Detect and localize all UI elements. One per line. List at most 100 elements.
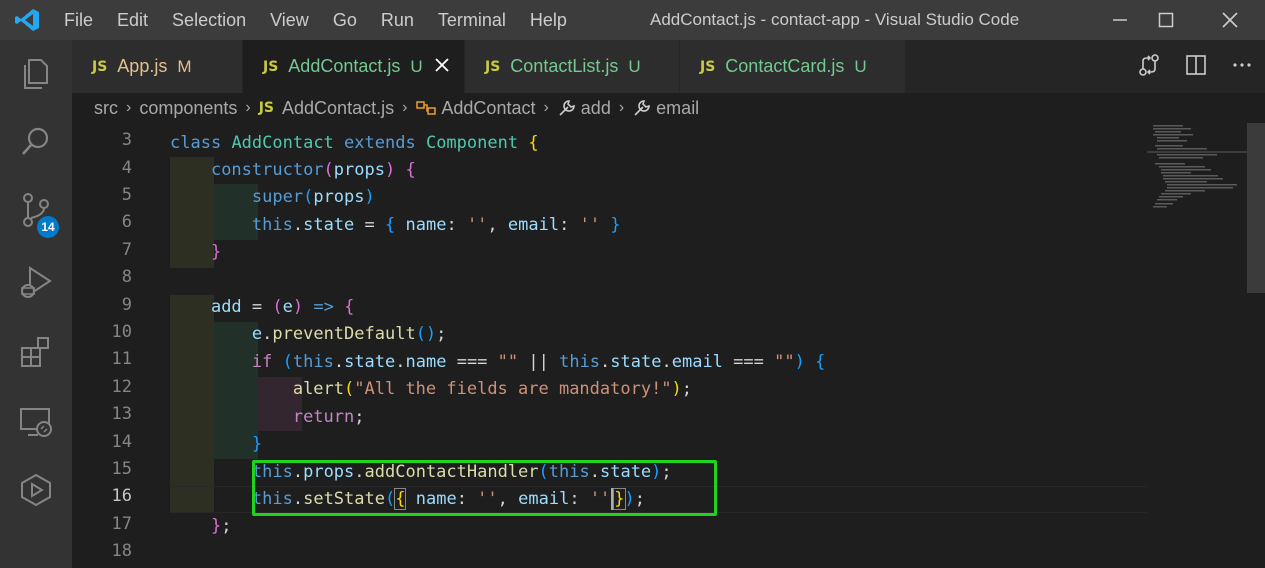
- tab-contactlist-js[interactable]: JS ContactList.js U: [465, 40, 680, 93]
- line-number: 10: [111, 322, 132, 342]
- code-line: return;: [292, 407, 365, 427]
- code-line: }: [251, 434, 263, 454]
- code-line: e.preventDefault();: [251, 324, 447, 344]
- menu-run[interactable]: Run: [381, 10, 414, 31]
- vscode-window: File Edit Selection View Go Run Terminal…: [0, 0, 1265, 568]
- menu-help[interactable]: Help: [530, 10, 567, 31]
- menu-view[interactable]: View: [270, 10, 309, 31]
- code-line: this.state = { name: '', email: '' }: [251, 215, 621, 235]
- chevron-right-icon: ›: [126, 99, 132, 116]
- menu-selection[interactable]: Selection: [172, 10, 246, 31]
- breadcrumb-property-label: email: [656, 97, 700, 118]
- activity-extensions[interactable]: [0, 322, 72, 382]
- js-file-icon: JS: [258, 100, 275, 116]
- vscode-logo-icon: [15, 9, 39, 31]
- editor-actions: [1125, 40, 1265, 93]
- code-editor[interactable]: 3 4 5 6 7 8 9 10 11 12 13 14 15 16 17 18…: [72, 123, 1265, 568]
- scrollbar-thumb[interactable]: [1247, 123, 1265, 293]
- explorer-icon: [24, 59, 48, 89]
- tab-addcontact-js[interactable]: JS AddContact.js U: [243, 40, 465, 93]
- source-control-badge: 14: [37, 216, 59, 238]
- line-number: 11: [111, 349, 132, 369]
- code-line: alert("All the fields are mandatory!");: [292, 379, 693, 399]
- tab-git-status: U: [854, 56, 867, 76]
- tab-bar: JS App.js M JS AddContact.js U JS Contac…: [72, 40, 1265, 93]
- code-line: super(props): [251, 187, 375, 207]
- activity-run-debug[interactable]: [0, 252, 72, 312]
- tab-app-js[interactable]: JS App.js M: [72, 40, 243, 93]
- window-title: AddContact.js - contact-app - Visual Stu…: [650, 10, 1020, 29]
- split-editor-icon: [1186, 54, 1206, 75]
- line-number: 7: [121, 240, 132, 260]
- breadcrumb: src › components › JS AddContact.js › Ad…: [72, 93, 1265, 123]
- line-number: 9: [121, 295, 132, 315]
- close-window-button[interactable]: [1200, 0, 1260, 40]
- breadcrumb-method[interactable]: add: [557, 98, 611, 119]
- code-line: };: [210, 516, 232, 536]
- close-icon: [1222, 12, 1238, 28]
- activity-source-control[interactable]: 14: [0, 180, 72, 240]
- line-number: 18: [111, 541, 132, 561]
- tab-contactcard-js[interactable]: JS ContactCard.js U: [680, 40, 906, 93]
- code-line: add = (e) => {: [210, 297, 355, 317]
- tab-label: ContactList.js: [510, 56, 619, 76]
- line-number: 13: [111, 404, 132, 424]
- chevron-right-icon: ›: [543, 99, 549, 116]
- breadcrumb-file[interactable]: JS AddContact.js: [259, 98, 394, 119]
- menu-edit[interactable]: Edit: [117, 10, 148, 31]
- line-number: 8: [121, 267, 132, 287]
- breadcrumb-components[interactable]: components: [139, 98, 237, 119]
- menu-file[interactable]: File: [64, 10, 93, 31]
- line-number: 12: [111, 377, 132, 397]
- maximize-button[interactable]: [1136, 0, 1196, 40]
- split-editor-button[interactable]: [1185, 54, 1207, 80]
- code-line: }: [210, 242, 222, 262]
- menu-terminal[interactable]: Terminal: [438, 10, 506, 31]
- breadcrumb-class-label: AddContact: [441, 97, 536, 118]
- minimap[interactable]: [1147, 123, 1247, 568]
- tab-git-status: M: [177, 56, 192, 76]
- breadcrumb-src[interactable]: src: [94, 98, 118, 119]
- activity-docker[interactable]: [0, 460, 72, 520]
- tab-label: AddContact.js: [288, 56, 401, 76]
- wrench-icon: [634, 100, 650, 116]
- activity-bar: 14: [0, 40, 72, 568]
- remote-explorer-icon: [20, 408, 52, 437]
- line-number: 5: [121, 185, 132, 205]
- maximize-icon: [1158, 12, 1174, 28]
- activity-search[interactable]: [0, 112, 72, 172]
- close-icon: [435, 58, 449, 72]
- breadcrumb-property[interactable]: email: [632, 98, 699, 119]
- line-number: 3: [121, 130, 132, 150]
- line-number: 15: [111, 459, 132, 479]
- docker-icon: [21, 473, 51, 507]
- minimize-icon: [1113, 19, 1127, 21]
- tab-label: App.js: [117, 56, 168, 76]
- tab-label: ContactCard.js: [725, 56, 845, 76]
- chevron-right-icon: ›: [402, 99, 408, 116]
- tab-git-status: U: [628, 56, 641, 76]
- search-icon: [22, 127, 49, 155]
- chevron-right-icon: ›: [245, 99, 251, 116]
- activity-explorer[interactable]: [0, 44, 72, 104]
- line-number: 4: [121, 158, 132, 178]
- run-debug-icon: [21, 266, 52, 298]
- title-bar: File Edit Selection View Go Run Terminal…: [0, 0, 1265, 40]
- activity-remote-explorer[interactable]: [0, 392, 72, 452]
- line-number: 6: [121, 212, 132, 232]
- menu-go[interactable]: Go: [333, 10, 357, 31]
- compare-changes-button[interactable]: [1137, 53, 1161, 81]
- compare-changes-icon: [1139, 53, 1159, 76]
- highlight-box: [252, 460, 717, 516]
- js-file-icon: JS: [700, 58, 716, 75]
- breadcrumb-class[interactable]: AddContact: [415, 98, 535, 119]
- code-line: class AddContact extends Component {: [170, 133, 539, 153]
- code-line: constructor(props) {: [210, 160, 416, 180]
- tab-close-button[interactable]: [435, 56, 449, 77]
- class-symbol-icon: [416, 101, 437, 115]
- more-actions-button[interactable]: [1231, 54, 1253, 80]
- code-line: if (this.state.name === "" || this.state…: [251, 352, 826, 372]
- extensions-icon: [21, 337, 49, 367]
- js-file-icon: JS: [485, 58, 501, 75]
- more-icon: [1233, 62, 1251, 67]
